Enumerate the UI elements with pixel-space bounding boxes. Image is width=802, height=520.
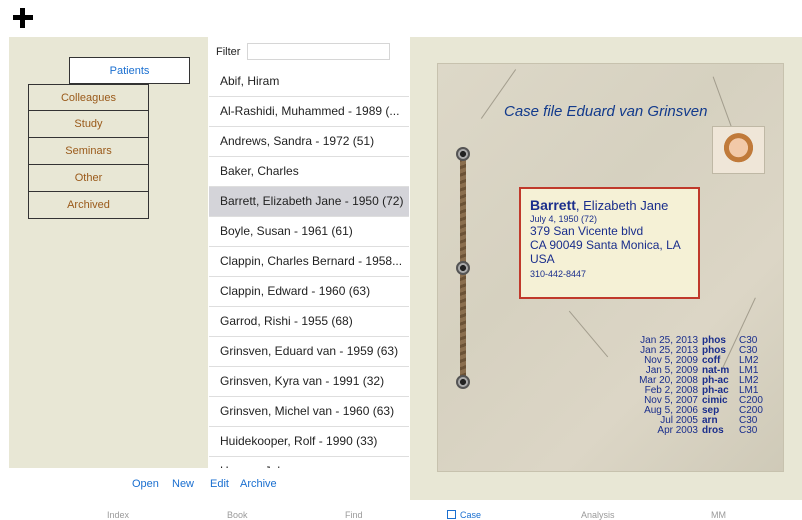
patient-row[interactable]: Abif, Hiram <box>209 67 409 97</box>
case-file-folder: Case file Eduard van Grinsven Barrett, E… <box>438 64 783 471</box>
category-pane: Patients Colleagues Study Seminars Other… <box>9 37 208 468</box>
patient-name: Barrett, Elizabeth Jane <box>530 197 689 213</box>
patient-row[interactable]: Grinsven, Michel van - 1960 (63) <box>209 397 409 427</box>
tab-find[interactable]: Find <box>345 510 363 520</box>
filter-label: Filter <box>216 46 241 58</box>
patient-row[interactable]: Grinsven, Kyra van - 1991 (32) <box>209 367 409 397</box>
patient-row[interactable]: Baker, Charles <box>209 157 409 187</box>
open-button[interactable]: Open <box>132 478 159 490</box>
patient-address-line2: CA 90049 Santa Monica, LA <box>530 238 681 252</box>
patient-address-line1: 379 San Vicente blvd <box>530 224 644 238</box>
patient-row[interactable]: Andrews, Sandra - 1972 (51) <box>209 127 409 157</box>
prescription-remedy: dros <box>702 425 724 436</box>
patient-photo <box>712 126 765 174</box>
tab-analysis[interactable]: Analysis <box>581 510 615 520</box>
patient-country: USA <box>530 252 555 266</box>
case-pane: Case file Eduard van Grinsven Barrett, E… <box>410 37 802 500</box>
patient-row[interactable]: Clappin, Edward - 1960 (63) <box>209 277 409 307</box>
add-plus-icon[interactable] <box>11 6 35 30</box>
eyelet-icon <box>456 375 470 389</box>
tab-bar: Index Book Find Case Analysis MM <box>0 500 802 520</box>
patient-row[interactable]: Barrett, Elizabeth Jane - 1950 (72) <box>209 187 409 217</box>
paper-crack <box>568 310 609 358</box>
case-file-icon <box>447 510 456 519</box>
prescription-row[interactable]: Apr 2003 dros C30 <box>608 426 769 436</box>
card-corner-ornament <box>688 287 700 299</box>
patient-row[interactable]: Huidekooper, Rolf - 1990 (33) <box>209 427 409 457</box>
filter-input[interactable] <box>247 43 390 60</box>
tab-book[interactable]: Book <box>227 510 248 520</box>
patient-row[interactable]: Clappin, Charles Bernard - 1958... <box>209 247 409 277</box>
folder-tab-archived[interactable]: Archived <box>28 192 149 219</box>
prescription-date: Apr 2003 <box>657 425 698 436</box>
eyelet-icon <box>456 261 470 275</box>
eyelet-icon <box>456 147 470 161</box>
card-corner-ornament <box>519 287 531 299</box>
patient-row[interactable]: Boyle, Susan - 1961 (61) <box>209 217 409 247</box>
patient-row[interactable]: Hyman, John <box>209 457 409 468</box>
new-button[interactable]: New <box>172 478 194 490</box>
patient-given-names: , Elizabeth Jane <box>575 198 669 213</box>
patient-row[interactable]: Al-Rashidi, Muhammed - 1989 (... <box>209 97 409 127</box>
patient-card[interactable]: Barrett, Elizabeth Jane July 4, 1950 (72… <box>519 187 700 299</box>
tab-case-label: Case <box>460 510 482 520</box>
patient-list-pane: Filter Abif, Hiram Al-Rashidi, Muhammed -… <box>209 37 409 468</box>
patient-surname: Barrett <box>530 197 576 213</box>
tab-mm[interactable]: MM <box>711 510 726 520</box>
folder-tab-patients[interactable]: Patients <box>69 57 190 84</box>
patient-birth: July 4, 1950 (72) <box>530 214 598 224</box>
patient-phone: 310-442-8447 <box>530 269 587 279</box>
prescription-potency: C30 <box>739 425 758 436</box>
patient-list: Abif, Hiram Al-Rashidi, Muhammed - 1989 (… <box>209 67 409 468</box>
folder-tab-other[interactable]: Other <box>28 165 149 192</box>
folder-tab-colleagues[interactable]: Colleagues <box>28 84 149 111</box>
tab-index[interactable]: Index <box>107 510 129 520</box>
folder-tab-study[interactable]: Study <box>28 111 149 138</box>
patient-row[interactable]: Garrod, Rishi - 1955 (68) <box>209 307 409 337</box>
patient-row[interactable]: Grinsven, Eduard van - 1959 (63) <box>209 337 409 367</box>
edit-button[interactable]: Edit <box>210 478 229 490</box>
folder-tab-seminars[interactable]: Seminars <box>28 138 149 165</box>
prescription-list: Jan 25, 2013 phos C30 Jan 25, 2013 phos C30 No… <box>608 336 769 436</box>
tab-case[interactable]: Case <box>447 510 481 520</box>
card-corner-ornament <box>519 187 531 199</box>
case-title: Case file Eduard van Grinsven <box>504 103 708 120</box>
card-corner-ornament <box>688 187 700 199</box>
archive-button[interactable]: Archive <box>240 478 277 490</box>
